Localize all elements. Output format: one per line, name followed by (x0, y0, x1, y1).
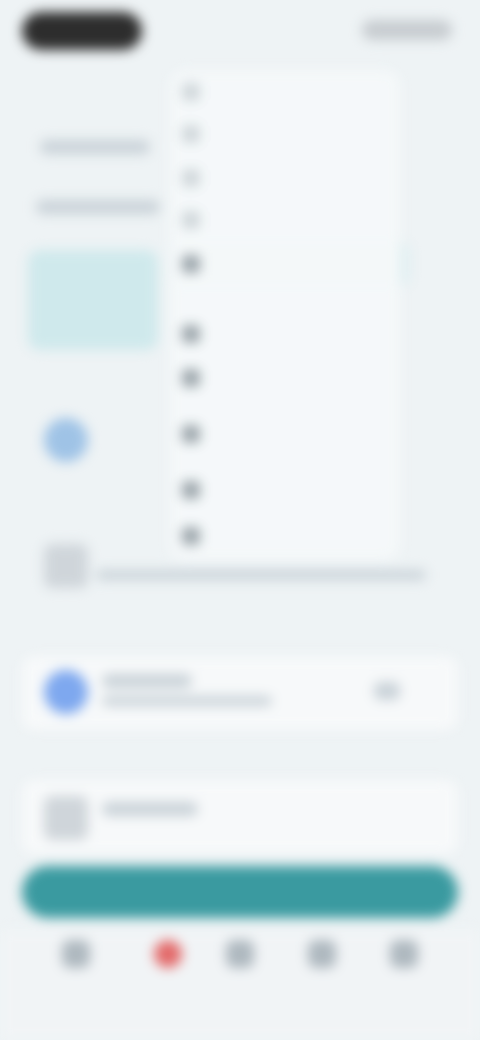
list-item[interactable] (22, 656, 458, 730)
background-card (28, 250, 158, 350)
background-text (40, 140, 150, 154)
app-screen (0, 0, 480, 1040)
menu-item[interactable] (182, 364, 214, 392)
nav-item-search[interactable] (292, 940, 352, 1000)
menu-item-icon (182, 125, 200, 143)
nav-item-home[interactable] (46, 940, 106, 1000)
menu-item-icon (182, 481, 200, 499)
status-pill (22, 12, 142, 50)
user-icon (226, 940, 254, 968)
list-item-title (102, 674, 192, 688)
menu-item[interactable] (182, 164, 214, 192)
menu-item[interactable] (182, 120, 214, 148)
menu-item[interactable] (182, 420, 214, 448)
nav-item-profile[interactable] (374, 940, 434, 1000)
menu-item-icon (182, 211, 200, 229)
status-indicators (362, 20, 452, 40)
list-item[interactable] (22, 780, 458, 854)
menu-item-icon (182, 83, 200, 101)
nav-item-notifications[interactable] (138, 940, 198, 1000)
background-text (36, 200, 160, 214)
menu-item-icon (182, 325, 200, 343)
background-text (96, 570, 426, 580)
menu-item[interactable] (182, 78, 214, 106)
avatar (44, 670, 88, 714)
avatar (44, 796, 88, 840)
menu-item-icon (182, 425, 200, 443)
menu-item[interactable] (182, 522, 214, 550)
menu-item[interactable] (170, 242, 410, 286)
nav-item-user[interactable] (210, 940, 270, 1000)
avatar (44, 418, 88, 462)
search-icon (308, 940, 336, 968)
list-item-subtitle (102, 696, 272, 706)
avatar (44, 544, 88, 588)
primary-action-button[interactable] (22, 866, 458, 918)
profile-icon (390, 940, 418, 968)
home-icon (62, 940, 90, 968)
notification-icon (154, 940, 182, 968)
menu-item[interactable] (182, 206, 214, 234)
menu-item-icon (182, 527, 200, 545)
menu-item-icon (182, 369, 200, 387)
chevron-right-icon (374, 682, 400, 700)
list-item-title (102, 802, 198, 816)
menu-item-icon (182, 169, 200, 187)
menu-item[interactable] (182, 476, 214, 504)
menu-item-icon (182, 255, 200, 273)
menu-item[interactable] (182, 320, 214, 348)
